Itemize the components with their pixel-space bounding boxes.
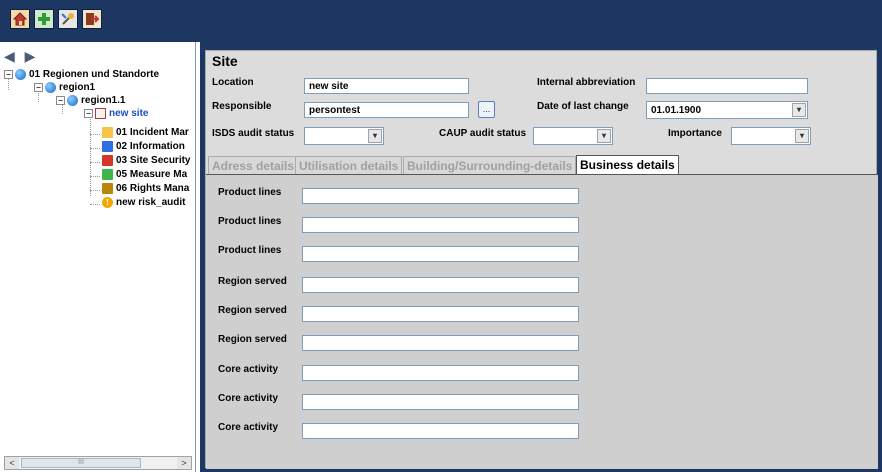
tree-item-regionen[interactable]: − 01 Regionen und Standorte <box>4 68 159 81</box>
tree-item-risk-audit[interactable]: ! new risk_audit <box>102 196 185 209</box>
core-activity-field-2[interactable] <box>302 394 579 410</box>
product-lines-field-1[interactable] <box>302 188 579 204</box>
tree-item-measure[interactable]: 05 Measure Ma <box>102 168 187 181</box>
exit-icon[interactable] <box>82 9 102 29</box>
date-value: 01.01.1900 <box>651 105 702 116</box>
region-served-label: Region served <box>218 334 287 345</box>
isds-select[interactable]: ▾ <box>304 127 384 145</box>
tools-icon[interactable] <box>58 9 78 29</box>
add-icon[interactable] <box>34 9 54 29</box>
page-title: Site <box>212 53 238 69</box>
region-served-field-3[interactable] <box>302 335 579 351</box>
product-lines-label: Product lines <box>218 245 282 256</box>
house-icon <box>95 108 106 119</box>
collapse-toggle[interactable]: − <box>56 96 65 105</box>
chevron-down-icon[interactable]: ▾ <box>368 129 382 143</box>
region-served-field-2[interactable] <box>302 306 579 322</box>
globe-icon <box>67 95 78 106</box>
abbreviation-label: Internal abbreviation <box>537 77 636 88</box>
browse-responsible-button[interactable]: ... <box>478 101 495 118</box>
chevron-down-icon[interactable]: ▾ <box>795 129 809 143</box>
tab-utilisation-details[interactable]: Utilisation details <box>295 156 403 174</box>
tree-item-rights[interactable]: 06 Rights Mana <box>102 182 189 195</box>
date-label: Date of last change <box>537 101 629 112</box>
chevron-down-icon[interactable]: ▾ <box>792 103 806 117</box>
forward-arrow-icon[interactable]: ▶ <box>25 48 36 65</box>
navigation-tree-panel: ◀ ▶ − 01 Regionen und Standorte − region… <box>0 38 196 472</box>
lock-icon <box>102 183 113 194</box>
tree-item-label: 01 Regionen und Standorte <box>29 69 160 80</box>
tab-business-details[interactable]: Business details <box>576 155 679 175</box>
product-lines-field-2[interactable] <box>302 217 579 233</box>
caup-select[interactable]: ▾ <box>533 127 613 145</box>
isds-label: ISDS audit status <box>212 128 295 139</box>
core-activity-label: Core activity <box>218 422 279 433</box>
collapse-toggle[interactable]: − <box>84 109 93 118</box>
product-lines-label: Product lines <box>218 187 282 198</box>
warning-icon: ! <box>102 197 113 208</box>
region-served-label: Region served <box>218 305 287 316</box>
tab-adress-details[interactable]: Adress details <box>208 156 299 174</box>
core-activity-label: Core activity <box>218 393 279 404</box>
main-toolbar <box>0 0 882 38</box>
back-arrow-icon[interactable]: ◀ <box>4 48 15 65</box>
panel-divider <box>0 38 200 42</box>
collapse-toggle[interactable]: − <box>34 83 43 92</box>
globe-icon <box>45 82 56 93</box>
tree-item-label: 02 Information <box>116 141 185 152</box>
chevron-down-icon[interactable]: ▾ <box>597 129 611 143</box>
tree-item-label: 05 Measure Ma <box>116 169 188 180</box>
core-activity-label: Core activity <box>218 364 279 375</box>
globe-icon <box>15 69 26 80</box>
tree-item-site-security[interactable]: 03 Site Security <box>102 154 190 167</box>
region-served-label: Region served <box>218 276 287 287</box>
importance-label: Importance <box>668 128 722 139</box>
green-folder-icon <box>102 169 113 180</box>
responsible-label: Responsible <box>212 101 272 112</box>
caup-label: CAUP audit status <box>439 128 527 139</box>
tree-item-label: region1 <box>59 82 96 93</box>
tree-item-new-site[interactable]: − new site <box>84 107 148 120</box>
region-served-field-1[interactable] <box>302 277 579 293</box>
abbreviation-field[interactable] <box>646 78 808 94</box>
site-form: Site Location new site Internal abbrevia… <box>205 50 878 469</box>
tree-item-region1[interactable]: − region1 <box>34 81 95 94</box>
tree-item-information[interactable]: 02 Information <box>102 140 185 153</box>
tree-item-label: 01 Incident Mar <box>116 127 189 138</box>
importance-select[interactable]: ▾ <box>731 127 811 145</box>
tree-item-label: 03 Site Security <box>116 155 191 166</box>
blue-folder-icon <box>102 141 113 152</box>
scroll-left-icon[interactable]: < <box>5 457 19 469</box>
tree-item-label: new site <box>109 108 149 119</box>
tree-item-label: 06 Rights Mana <box>116 183 190 194</box>
core-activity-field-3[interactable] <box>302 423 579 439</box>
product-lines-field-3[interactable] <box>302 246 579 262</box>
tree-item-incident[interactable]: 01 Incident Mar <box>102 126 189 139</box>
collapse-toggle[interactable]: − <box>4 70 13 79</box>
product-lines-label: Product lines <box>218 216 282 227</box>
red-folder-icon <box>102 155 113 166</box>
home-icon[interactable] <box>10 9 30 29</box>
yellow-folder-icon <box>102 127 113 138</box>
scroll-thumb[interactable]: III <box>21 458 141 468</box>
core-activity-field-1[interactable] <box>302 365 579 381</box>
business-details-panel: Product lines Product lines Product line… <box>206 174 878 469</box>
tree-item-label: new risk_audit <box>116 197 186 208</box>
tree-item-label: region1.1 <box>81 95 126 106</box>
location-label: Location <box>212 77 254 88</box>
history-nav: ◀ ▶ <box>4 48 41 65</box>
tab-building-details[interactable]: Building/Surrounding-details <box>403 156 577 174</box>
date-select[interactable]: 01.01.1900 ▾ <box>646 101 808 119</box>
scroll-right-icon[interactable]: > <box>177 457 191 469</box>
responsible-field[interactable]: persontest <box>304 102 469 118</box>
horizontal-scrollbar[interactable]: < III > <box>4 456 192 470</box>
tree-item-region1-1[interactable]: − region1.1 <box>56 94 125 107</box>
location-field[interactable]: new site <box>304 78 469 94</box>
